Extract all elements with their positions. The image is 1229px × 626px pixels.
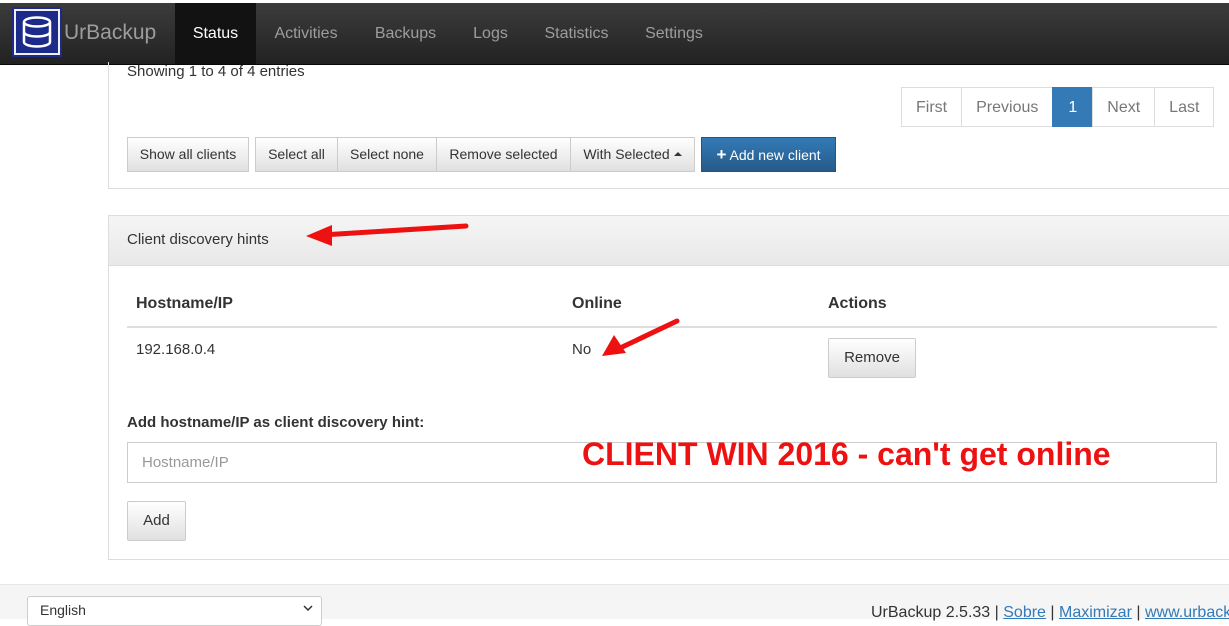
page-1[interactable]: 1 [1052, 87, 1094, 127]
website-link[interactable]: www.urbackup.org [1145, 604, 1229, 621]
add-hint-label: Add hostname/IP as client discovery hint… [127, 414, 425, 431]
footer-separator: | [1136, 604, 1141, 621]
with-selected-dropdown[interactable]: With Selected [570, 137, 695, 172]
brand-name[interactable]: UrBackup [64, 21, 156, 45]
add-new-client-label: Add new client [729, 147, 821, 163]
page-next[interactable]: Next [1092, 87, 1156, 127]
maximize-link[interactable]: Maximizar [1059, 604, 1132, 621]
footer-info: UrBackup 2.5.33 | Sobre | Maximizar | ww… [871, 604, 1229, 622]
table-header-divider [127, 326, 1217, 328]
row-online-status: No [572, 341, 592, 358]
select-all-button[interactable]: Select all [255, 137, 338, 172]
page-last[interactable]: Last [1154, 87, 1215, 127]
discovery-panel: Client discovery hints [108, 215, 1229, 560]
row-hostname: 192.168.0.4 [136, 341, 216, 358]
select-none-button[interactable]: Select none [337, 137, 437, 172]
database-logo-icon[interactable] [12, 7, 62, 57]
column-actions: Actions [828, 295, 887, 312]
language-select[interactable]: English [27, 596, 322, 626]
caret-up-icon [673, 152, 682, 157]
remove-selected-button[interactable]: Remove selected [436, 137, 571, 172]
remove-hint-button[interactable]: Remove [828, 338, 916, 378]
navbar: UrBackup Status Activities Backups Logs … [0, 3, 1229, 65]
entries-info: Showing 1 to 4 of 4 entries [127, 63, 305, 80]
nav-logs[interactable]: Logs [455, 3, 526, 64]
nav-settings[interactable]: Settings [627, 3, 721, 64]
show-all-clients-button[interactable]: Show all clients [127, 137, 249, 172]
discovery-panel-heading: Client discovery hints [109, 216, 1229, 266]
column-online: Online [572, 295, 622, 312]
nav-activities[interactable]: Activities [256, 3, 356, 64]
plus-icon: + [716, 145, 727, 164]
version-text: UrBackup 2.5.33 [871, 604, 991, 621]
nav-statistics[interactable]: Statistics [526, 3, 627, 64]
discovery-panel-title: Client discovery hints [127, 231, 269, 248]
chevron-down-icon [303, 605, 313, 611]
column-hostname: Hostname/IP [136, 295, 233, 312]
footer-separator: | [994, 604, 999, 621]
about-link[interactable]: Sobre [1003, 604, 1046, 621]
annotation-text: CLIENT WIN 2016 - can't get online [582, 436, 1111, 472]
page-previous[interactable]: Previous [961, 87, 1054, 127]
footer-separator: | [1050, 604, 1055, 621]
page-first[interactable]: First [901, 87, 963, 127]
add-new-client-button[interactable]: + Add new client [701, 137, 836, 172]
language-selected: English [40, 602, 86, 618]
nav-backups[interactable]: Backups [356, 3, 455, 64]
with-selected-label: With Selected [583, 146, 670, 162]
pagination: First Previous 1 Next Last [901, 87, 1215, 127]
nav-status[interactable]: Status [175, 3, 256, 64]
add-hint-button[interactable]: Add [127, 501, 186, 541]
